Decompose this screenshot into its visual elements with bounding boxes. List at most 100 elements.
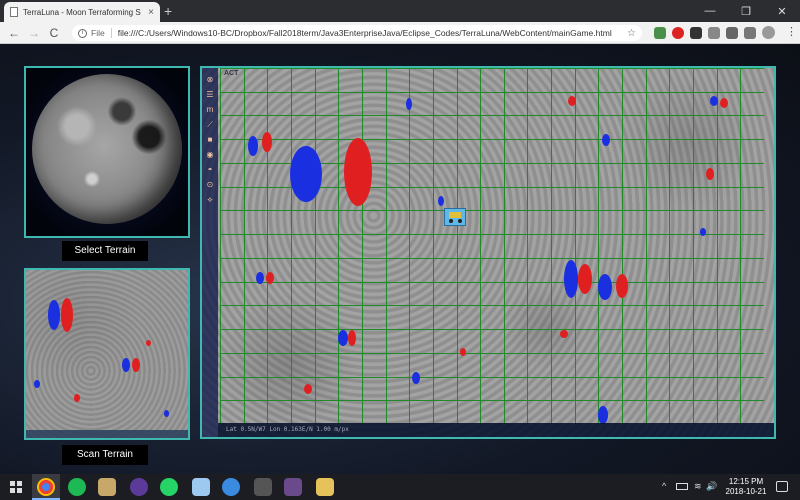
file-scheme-label: File — [91, 28, 105, 38]
app-icon[interactable] — [222, 478, 240, 496]
game-app-icon[interactable] — [284, 478, 302, 496]
lowered-crater-marker — [290, 146, 322, 202]
map-tool-9-icon[interactable]: ⟡ — [205, 194, 216, 205]
lowered-crater-marker — [34, 380, 40, 388]
terrain-grid[interactable] — [220, 68, 764, 424]
lowered-crater-marker — [438, 196, 444, 206]
rover-wheel — [458, 219, 462, 223]
back-arrow-icon[interactable]: ← — [6, 25, 22, 41]
new-tab-button[interactable]: + — [164, 3, 172, 19]
lowered-crater-marker — [602, 134, 610, 146]
browser-menu-icon[interactable]: ⋮ — [786, 26, 797, 38]
windows-taskbar: ^ ≋ 🔊 12:15 PM 2018-10-21 — [0, 474, 800, 500]
battery-icon[interactable] — [676, 483, 688, 490]
scan-preview-panel[interactable] — [24, 268, 190, 440]
url-text[interactable]: file:///C:/Users/Windows10-BC/Dropbox/Fa… — [118, 28, 627, 38]
map-tool-4-icon[interactable]: ⟋ — [205, 119, 216, 130]
browser-titlebar: TerraLuna - Moon Terraforming S × + — ❐ … — [0, 0, 800, 22]
lowered-crater-marker — [338, 330, 348, 346]
maximize-button[interactable]: ❐ — [728, 0, 764, 22]
lowered-crater-marker — [412, 372, 420, 384]
select-terrain-button[interactable]: Select Terrain — [62, 241, 148, 261]
calculator-icon[interactable] — [254, 478, 272, 496]
raised-crater-marker — [344, 138, 372, 206]
tray-chevron-icon[interactable]: ^ — [662, 481, 666, 491]
tab-close-icon[interactable]: × — [148, 7, 154, 18]
profile-avatar-icon[interactable] — [762, 26, 775, 39]
lowered-crater-marker — [48, 300, 60, 330]
page-viewport: Select Terrain Scan Terrain ⊗ ☰ m ⟋ ■ ◉ ◓ ⊙ ⟡ AC… — [0, 44, 800, 474]
eclipse-icon[interactable] — [130, 478, 148, 496]
map-tool-1-icon[interactable]: ⊗ — [205, 74, 216, 85]
opera-extension-icon[interactable] — [672, 27, 684, 39]
raised-crater-marker — [266, 272, 274, 284]
raised-crater-marker — [460, 348, 466, 356]
extension-icon[interactable] — [708, 27, 720, 39]
moon-globe-panel[interactable] — [24, 66, 190, 238]
whatsapp-icon[interactable] — [160, 478, 178, 496]
raised-crater-marker — [132, 358, 140, 372]
map-tool-8-icon[interactable]: ⊙ — [205, 179, 216, 190]
chrome-icon[interactable] — [37, 478, 55, 496]
lowered-crater-marker — [564, 260, 578, 298]
lowered-crater-marker — [256, 272, 264, 284]
extension-icon[interactable] — [690, 27, 702, 39]
lowered-crater-marker — [406, 98, 412, 110]
terrain-grid-area[interactable] — [220, 68, 764, 424]
spotify-icon[interactable] — [68, 478, 86, 496]
browser-tab[interactable]: TerraLuna - Moon Terraforming S × — [4, 2, 160, 22]
raised-crater-marker — [706, 168, 714, 180]
lowered-crater-marker — [598, 406, 608, 424]
document-icon — [10, 7, 18, 17]
lowered-crater-marker — [164, 410, 169, 417]
browser-toolbar: ← → C i File file:///C:/Users/Windows10-… — [0, 22, 800, 44]
minimize-button[interactable]: — — [692, 0, 728, 22]
bookmark-star-icon[interactable]: ☆ — [627, 28, 636, 39]
notes-app-icon[interactable] — [192, 478, 210, 496]
forward-arrow-icon[interactable]: → — [26, 25, 42, 41]
rover-body — [449, 212, 461, 218]
extension-icon[interactable] — [726, 27, 738, 39]
lowered-crater-marker — [248, 136, 258, 156]
lowered-crater-marker — [710, 96, 718, 106]
terrain-map[interactable]: ⊗ ☰ m ⟋ ■ ◉ ◓ ⊙ ⟡ ACT Lat 0.5N/W7 Lon 0.… — [200, 66, 776, 439]
map-tool-6-icon[interactable]: ◉ — [205, 149, 216, 160]
extension-icon[interactable] — [744, 27, 756, 39]
folder-icon[interactable] — [316, 478, 334, 496]
raised-crater-marker — [262, 132, 272, 152]
scan-scale-bar — [26, 430, 188, 438]
map-tool-3-icon[interactable]: m — [205, 104, 216, 115]
raised-crater-marker — [616, 274, 628, 298]
file-explorer-icon[interactable] — [98, 478, 116, 496]
map-toolbar: ⊗ ☰ m ⟋ ■ ◉ ◓ ⊙ ⟡ — [202, 68, 218, 437]
scan-terrain-button[interactable]: Scan Terrain — [62, 445, 148, 465]
lowered-crater-marker — [700, 228, 706, 236]
tab-title: TerraLuna - Moon Terraforming S — [23, 7, 141, 17]
map-status-bar: Lat 0.5N/W7 Lon 0.163E/N 1.00 m/px — [218, 423, 774, 437]
map-tool-5-icon[interactable]: ■ — [205, 134, 216, 145]
wifi-icon[interactable]: ≋ — [694, 481, 702, 492]
windows-start-icon[interactable] — [10, 481, 22, 493]
extension-icon[interactable] — [654, 27, 666, 39]
system-clock[interactable]: 12:15 PM 2018-10-21 — [720, 477, 772, 497]
clock-time: 12:15 PM — [728, 477, 764, 486]
volume-icon[interactable]: 🔊 — [706, 481, 717, 492]
raised-crater-marker — [74, 394, 80, 402]
map-tool-7-icon[interactable]: ◓ — [205, 164, 216, 175]
close-window-button[interactable]: ✕ — [764, 0, 800, 22]
map-tool-2-icon[interactable]: ☰ — [205, 89, 216, 100]
info-icon[interactable]: i — [78, 28, 87, 38]
raised-crater-marker — [146, 340, 151, 346]
rover-wheel — [449, 219, 453, 223]
reload-icon[interactable]: C — [46, 25, 62, 41]
notification-center-icon[interactable] — [776, 481, 788, 492]
raised-crater-marker — [578, 264, 592, 294]
clock-date: 2018-10-21 — [725, 487, 767, 496]
rover-icon[interactable] — [444, 208, 466, 226]
raised-crater-marker — [560, 330, 568, 338]
divider — [110, 28, 112, 38]
moon-globe-image[interactable] — [32, 74, 182, 224]
raised-crater-marker — [61, 298, 73, 332]
raised-crater-marker — [720, 98, 728, 108]
address-bar[interactable]: i File file:///C:/Users/Windows10-BC/Dro… — [72, 25, 642, 41]
